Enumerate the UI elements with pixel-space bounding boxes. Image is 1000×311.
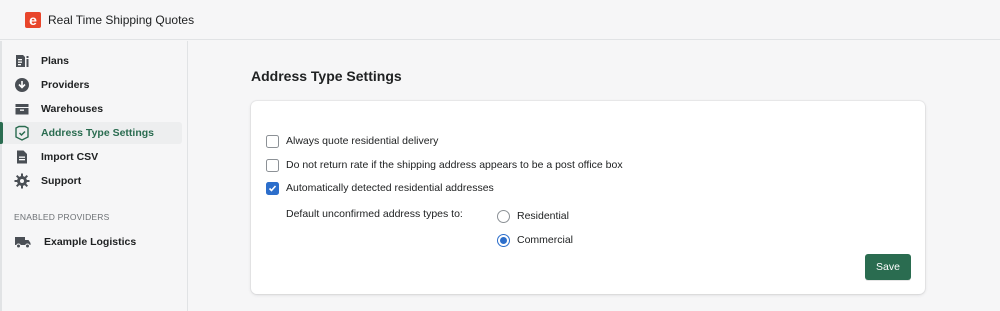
settings-card: Always quote residential delivery Do not…: [251, 101, 925, 294]
app-header: e Real Time Shipping Quotes: [0, 0, 1000, 40]
sidebar-item-plans[interactable]: Plans: [2, 50, 182, 72]
checkmark-icon: [268, 184, 277, 192]
sidebar-item-label: Warehouses: [41, 103, 104, 115]
save-button[interactable]: Save: [865, 254, 911, 280]
document-icon: [14, 53, 30, 69]
sidebar-item-providers[interactable]: Providers: [2, 74, 182, 96]
page-title: Address Type Settings: [251, 68, 402, 84]
option-label: Automatically detected residential addre…: [286, 182, 494, 194]
sidebar-item-label: Providers: [41, 79, 90, 91]
radio-residential[interactable]: Residential: [497, 208, 569, 224]
option-label: Always quote residential delivery: [286, 135, 439, 147]
provider-item-example-logistics[interactable]: Example Logistics: [14, 231, 136, 253]
sidebar-item-address-type-settings[interactable]: Address Type Settings: [0, 122, 182, 144]
radio-label: Residential: [517, 210, 569, 222]
arrow-down-circle-icon: [14, 77, 30, 93]
provider-label: Example Logistics: [44, 236, 137, 248]
app-logo: e: [25, 11, 41, 28]
checkbox[interactable]: [266, 134, 279, 148]
sidebar-item-label: Support: [41, 175, 82, 187]
radio-commercial[interactable]: Commercial: [497, 232, 573, 248]
sidebar-item-support[interactable]: Support: [2, 170, 182, 192]
radio-button[interactable]: [497, 209, 510, 223]
checkbox-checked[interactable]: [266, 181, 279, 195]
sidebar-item-import-csv[interactable]: Import CSV: [2, 146, 182, 168]
warehouse-icon: [14, 101, 30, 117]
enabled-providers-heading: ENABLED PROVIDERS: [14, 212, 110, 222]
radio-label: Commercial: [517, 234, 574, 246]
option-always-residential[interactable]: Always quote residential delivery: [266, 133, 438, 149]
sidebar-item-label: Address Type Settings: [41, 127, 154, 139]
default-address-type-label: Default unconfirmed address types to:: [286, 208, 463, 220]
sidebar: Plans Providers Warehouses Address Type …: [0, 41, 188, 311]
sidebar-item-label: Plans: [41, 55, 70, 67]
option-label: Do not return rate if the shipping addre…: [286, 159, 623, 171]
checkbox[interactable]: [266, 158, 279, 172]
radio-button-selected[interactable]: [497, 233, 510, 247]
file-icon: [14, 149, 30, 165]
gear-icon: [14, 173, 30, 189]
option-no-po-box[interactable]: Do not return rate if the shipping addre…: [266, 157, 623, 173]
sidebar-item-label: Import CSV: [41, 151, 99, 163]
truck-icon: [14, 234, 32, 250]
sidebar-item-warehouses[interactable]: Warehouses: [2, 98, 182, 120]
option-auto-detect-residential[interactable]: Automatically detected residential addre…: [266, 180, 494, 196]
app-title: Real Time Shipping Quotes: [48, 12, 195, 27]
shield-check-icon: [14, 125, 30, 141]
